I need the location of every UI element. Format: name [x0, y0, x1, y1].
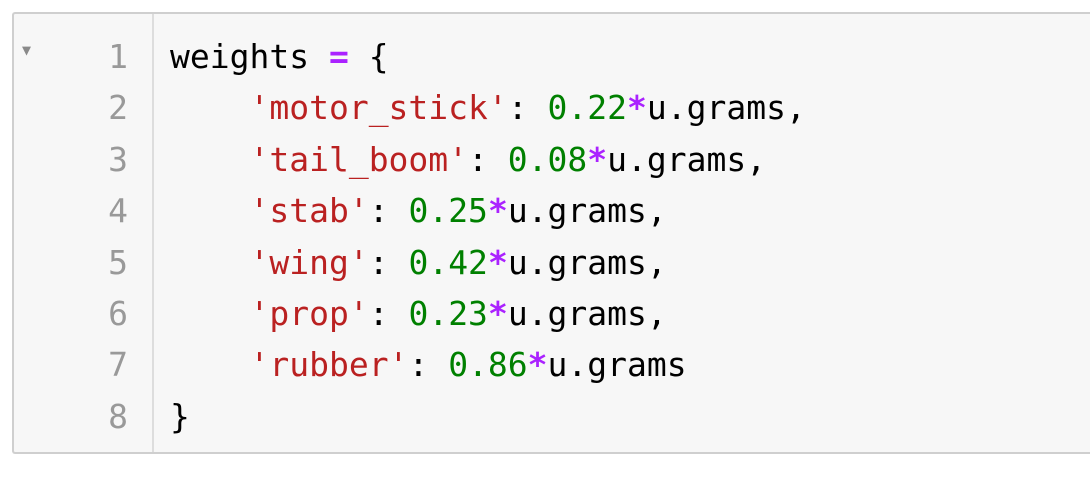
string-literal: 'wing' — [249, 242, 369, 282]
code-token: u.grams — [547, 345, 687, 385]
line-number: 6 — [108, 294, 128, 333]
code-token: weights — [170, 37, 329, 76]
code-text[interactable]: 'stab': 0.25*u.grams, — [170, 185, 667, 237]
line-number: 7 — [108, 345, 128, 385]
string-literal: 'motor_stick' — [249, 88, 508, 128]
operator: * — [527, 345, 548, 385]
number-literal: 0.86 — [448, 345, 528, 385]
code-token: : — [468, 139, 508, 179]
number-literal: 0.42 — [408, 242, 488, 282]
string-literal: 'prop' — [249, 294, 369, 333]
operator: = — [328, 37, 349, 76]
string-literal: 'stab' — [249, 191, 369, 231]
string-literal: 'tail_boom' — [249, 139, 469, 179]
code-token: : — [368, 191, 409, 231]
code-text[interactable]: 'prop': 0.23*u.grams, — [170, 288, 667, 340]
code-token: : — [368, 242, 409, 282]
code-token: u.grams, — [507, 242, 667, 282]
code-token: : — [507, 88, 548, 128]
operator: * — [587, 139, 608, 179]
operator: * — [487, 242, 508, 282]
line-number: 3 — [108, 139, 128, 179]
code-token: : — [408, 345, 449, 385]
code-token: u.grams, — [646, 88, 806, 128]
code-token: u.grams, — [607, 139, 767, 179]
line-number: 2 — [108, 88, 128, 128]
code-text[interactable]: 'motor_stick': 0.22*u.grams, — [170, 82, 806, 134]
code-token: u.grams, — [507, 294, 667, 333]
operator: * — [487, 294, 508, 333]
code-token: u.grams, — [507, 191, 667, 231]
number-literal: 0.08 — [507, 139, 588, 179]
string-literal: 'rubber' — [249, 345, 409, 385]
code-cell[interactable]: ▼ 1 weights = {2 'motor_stick': 0.22*u.gr… — [12, 12, 1090, 454]
operator: * — [627, 88, 647, 128]
line-number: 8 — [108, 396, 128, 436]
code-text[interactable]: weights = { — [170, 31, 389, 83]
code-text[interactable]: 'tail_boom': 0.08*u.grams, — [170, 134, 766, 186]
number-literal: 0.25 — [408, 191, 488, 231]
line-number: 5 — [108, 242, 128, 282]
operator: * — [487, 191, 508, 231]
line-number: 4 — [108, 191, 128, 231]
code-text[interactable]: 'rubber': 0.86*u.grams — [170, 339, 687, 391]
line-number: 1 — [108, 37, 128, 76]
number-literal: 0.22 — [547, 88, 627, 128]
code-text[interactable]: 'wing': 0.42*u.grams, — [170, 237, 667, 289]
number-literal: 0.23 — [408, 294, 488, 333]
code-token: : — [368, 294, 409, 333]
code-token: } — [170, 396, 190, 436]
code-text[interactable]: } — [170, 391, 190, 443]
code-token: { — [348, 37, 389, 76]
